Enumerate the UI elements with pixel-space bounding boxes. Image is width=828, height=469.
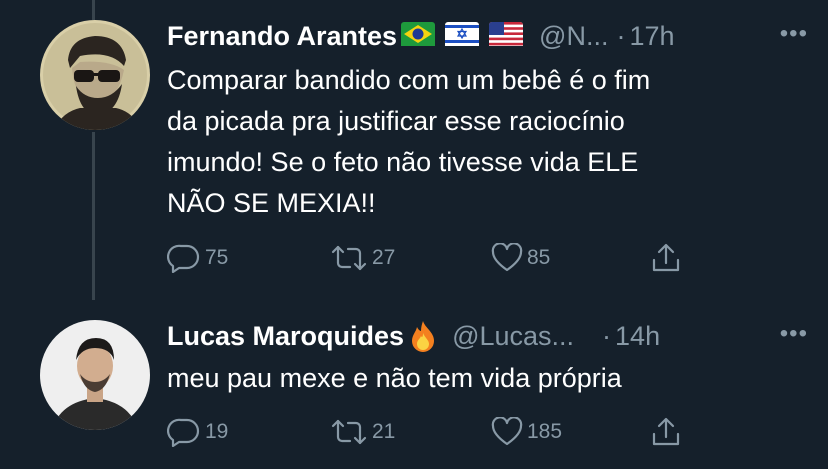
like-button[interactable]: 185: [491, 412, 562, 452]
more-options-icon[interactable]: •••: [780, 320, 808, 348]
separator-dot: ·: [602, 320, 612, 351]
tweet-text-line: NÃO SE MEXIA!!: [167, 188, 376, 218]
retweet-count: 21: [372, 420, 396, 443]
avatar[interactable]: [40, 20, 150, 130]
more-options-icon[interactable]: •••: [780, 20, 808, 48]
display-name[interactable]: Lucas Maroquides: [167, 321, 404, 352]
retweet-icon: [330, 417, 368, 447]
user-handle[interactable]: @Lucas...: [452, 321, 574, 352]
heart-icon: [491, 417, 523, 447]
tweet-text-line: meu pau mexe e não tem vida própria: [167, 363, 622, 393]
reply-count: 75: [205, 246, 229, 269]
separator-dot: ·: [616, 20, 626, 51]
tweet-header: Lucas Maroquides @Lucas... · 14h •••: [167, 316, 808, 356]
reply-icon: [167, 417, 201, 447]
share-icon: [650, 416, 682, 448]
retweet-count: 27: [372, 246, 396, 269]
tweet-actions: 75 27 85: [167, 238, 697, 278]
tweet[interactable]: Fernando Arantes @N... · 17h ••• Compara…: [0, 0, 828, 300]
reply-button[interactable]: 75: [167, 238, 228, 278]
retweet-icon: [330, 243, 368, 273]
heart-icon: [491, 243, 523, 273]
like-count: 85: [527, 246, 551, 269]
brazil-flag-icon: [401, 21, 436, 51]
tweet-text-line: da picada pra justificar esse raciocínio: [167, 106, 625, 136]
timestamp[interactable]: 17h: [629, 21, 674, 52]
fire-icon: [408, 319, 438, 353]
thread-line: [92, 132, 95, 300]
share-button[interactable]: [650, 238, 682, 278]
flag-emojis: [401, 21, 533, 51]
usa-flag-icon: [489, 21, 524, 51]
thread-line-top: [92, 0, 95, 20]
tweet-actions: 19 21 185: [167, 412, 697, 452]
tweet-header: Fernando Arantes @N... · 17h •••: [167, 16, 808, 56]
reply-button[interactable]: 19: [167, 412, 228, 452]
israel-flag-icon: [445, 21, 480, 51]
tweet-text-line: imundo! Se o feto não tivesse vida ELE: [167, 147, 639, 177]
avatar[interactable]: [40, 320, 150, 430]
like-count: 185: [527, 420, 563, 443]
timestamp[interactable]: 14h: [615, 321, 660, 352]
tweet-text: Comparar bandido com um bebê é o fim da …: [167, 60, 787, 224]
user-handle[interactable]: @N...: [539, 21, 608, 52]
share-button[interactable]: [650, 412, 682, 452]
display-name[interactable]: Fernando Arantes: [167, 21, 397, 52]
reply-icon: [167, 243, 201, 273]
tweet-text-line: Comparar bandido com um bebê é o fim: [167, 65, 651, 95]
tweet-text: meu pau mexe e não tem vida própria: [167, 358, 787, 399]
tweet[interactable]: Lucas Maroquides @Lucas... · 14h ••• meu…: [0, 300, 828, 469]
reply-count: 19: [205, 420, 229, 443]
like-button[interactable]: 85: [491, 238, 550, 278]
share-icon: [650, 242, 682, 274]
retweet-button[interactable]: 27: [330, 238, 395, 278]
retweet-button[interactable]: 21: [330, 412, 395, 452]
